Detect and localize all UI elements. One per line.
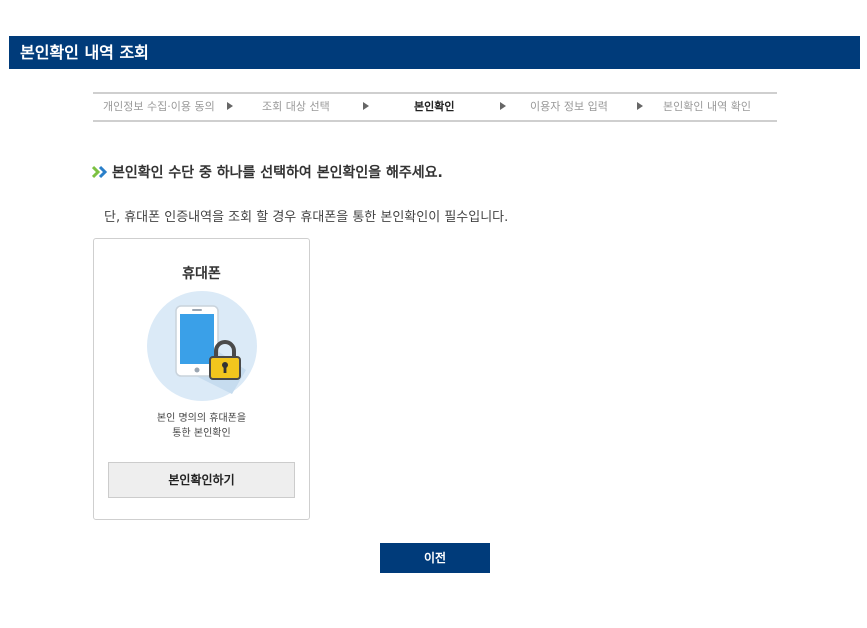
step-arrow-icon: [637, 102, 643, 110]
step-select-target: 조회 대상 선택: [262, 100, 330, 113]
step-arrow-icon: [363, 102, 369, 110]
page-title: 본인확인 내역 조회: [20, 43, 149, 62]
step-history-check: 본인확인 내역 확인: [663, 100, 751, 113]
instruction-headline: 본인확인 수단 중 하나를 선택하여 본인확인을 해주세요.: [92, 162, 443, 182]
step-consent: 개인정보 수집·이용 동의: [103, 100, 215, 113]
page-title-bar: 본인확인 내역 조회: [9, 36, 860, 69]
step-user-info: 이용자 정보 입력: [530, 100, 608, 113]
step-arrow-icon: [500, 102, 506, 110]
card-description: 본인 명의의 휴대폰을 통한 본인확인: [94, 411, 309, 441]
step-verification: 본인확인: [414, 100, 455, 113]
card-title: 휴대폰: [182, 266, 221, 282]
card-desc-line1: 본인 명의의 휴대폰을: [156, 413, 247, 424]
verify-phone-button[interactable]: 본인확인하기: [108, 462, 295, 498]
phone-method-card: 휴대폰 본인 명의의 휴대폰을 통한 본인확인 본인확인하기: [93, 238, 310, 520]
phone-lock-icon: [147, 291, 257, 401]
instruction-headline-text: 본인확인 수단 중 하나를 선택하여 본인확인을 해주세요.: [112, 165, 443, 181]
step-arrow-icon: [227, 102, 233, 110]
instruction-note: 단, 휴대폰 인증내역을 조회 할 경우 휴대폰을 통한 본인확인이 필수입니다…: [104, 210, 509, 225]
card-desc-line2: 통한 본인확인: [172, 428, 231, 439]
prev-button[interactable]: 이전: [380, 543, 490, 573]
step-progress: 개인정보 수집·이용 동의 조회 대상 선택 본인확인 이용자 정보 입력 본인…: [93, 92, 777, 122]
double-chevron-icon: [92, 165, 108, 179]
